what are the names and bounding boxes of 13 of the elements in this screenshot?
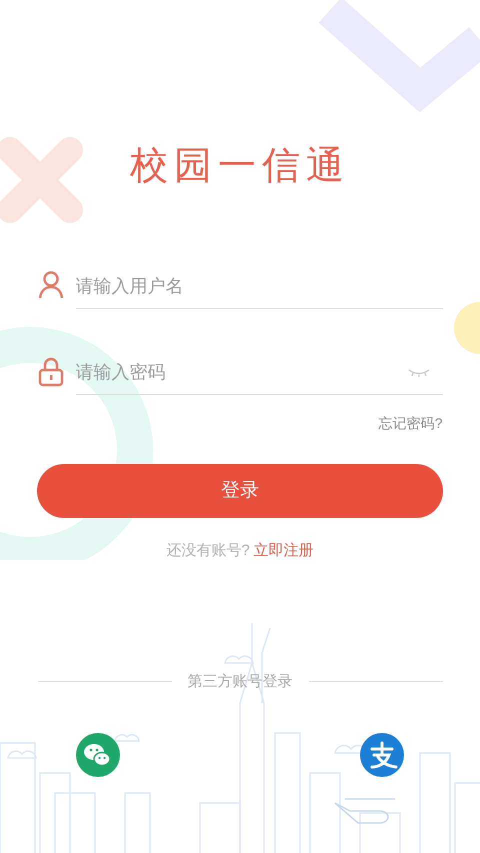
forgot-password-link[interactable]: 忘记密码? <box>378 413 442 434</box>
wallet-logo-icon[interactable] <box>360 733 404 777</box>
register-link[interactable]: 立即注册 <box>254 540 314 562</box>
chat-bubbles-icon[interactable] <box>76 733 120 777</box>
closed-eye-icon[interactable] <box>406 368 430 378</box>
login-button[interactable]: 登录 <box>37 464 443 518</box>
register-prompt: 还没有账号? <box>166 541 250 561</box>
username-field[interactable]: 请输入用户名 <box>76 265 442 309</box>
padlock-icon <box>38 357 64 387</box>
app-title: 校园一信通 <box>130 144 350 189</box>
person-icon <box>38 271 64 299</box>
password-field[interactable]: 请输入密码 <box>76 359 406 386</box>
third-party-login-label: 第三方账号登录 <box>188 672 292 692</box>
